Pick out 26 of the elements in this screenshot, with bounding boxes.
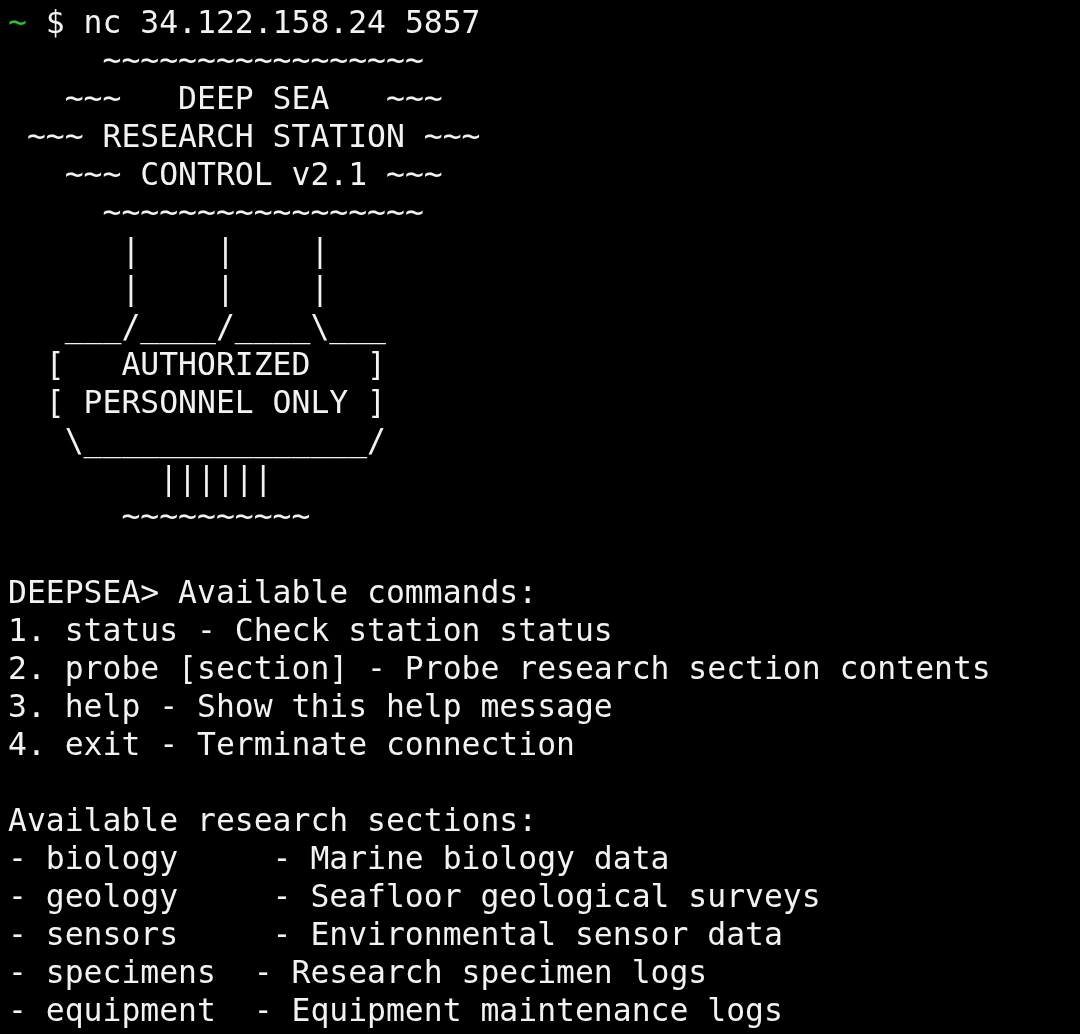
banner-line: ~~~ DEEP SEA ~~~ xyxy=(64,80,443,116)
output-line: DEEPSEA> Available commands: xyxy=(8,574,538,610)
banner-line: [ AUTHORIZED ] xyxy=(45,346,386,382)
output-line: - sensors - Environmental sensor data xyxy=(8,916,783,952)
output-line: 3. help - Show this help message xyxy=(8,688,613,724)
banner-line: ~~~~~~~~~~~~~~~~~ xyxy=(102,194,424,230)
output-line: 1. status - Check station status xyxy=(8,612,613,648)
banner-line: |||||| xyxy=(159,460,273,496)
output-line: - geology - Seafloor geological surveys xyxy=(8,878,821,914)
banner-line: | | | xyxy=(121,270,330,306)
output-line: Available research sections: xyxy=(8,802,538,838)
banner-line: [ PERSONNEL ONLY ] xyxy=(45,384,386,420)
output-line: 2. probe [section] - Probe research section contents xyxy=(8,650,991,686)
output-line: - equipment - Equipment maintenance logs xyxy=(8,992,783,1028)
command-line: $ nc 34.122.158.24 5857 xyxy=(45,4,481,40)
banner-line: ___/____/____\___ xyxy=(64,308,386,344)
banner-line: ~~~ CONTROL v2.1 ~~~ xyxy=(64,156,443,192)
banner-line: ~~~~~~~~~~~~~~~~~ xyxy=(102,42,424,78)
banner-line: | | | xyxy=(121,232,330,268)
output-line: - biology - Marine biology data xyxy=(8,840,670,876)
banner-line: ~~~~~~~~~~ xyxy=(121,498,311,534)
output-line: - specimens - Research specimen logs xyxy=(8,954,708,990)
banner-line: ~~~ RESEARCH STATION ~~~ xyxy=(26,118,481,154)
banner-line: \_______________/ xyxy=(64,422,386,458)
prompt-path: ~ xyxy=(8,4,27,40)
output-line: 4. exit - Terminate connection xyxy=(8,726,575,762)
